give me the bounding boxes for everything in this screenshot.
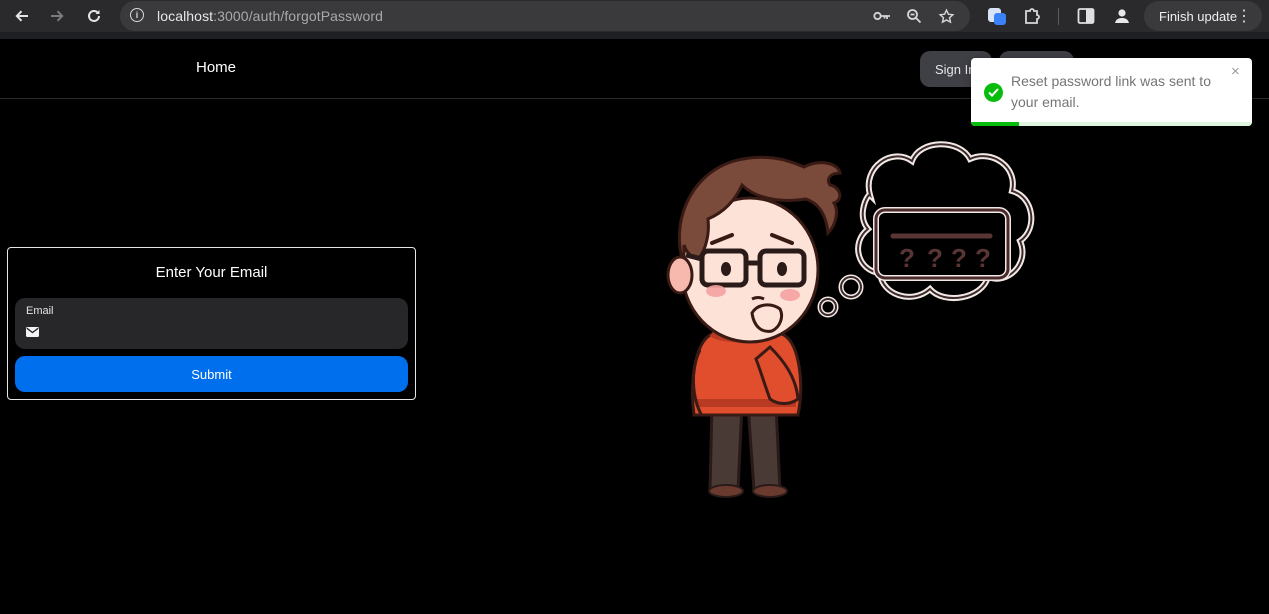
key-icon[interactable] <box>872 6 892 26</box>
svg-text:?: ? <box>975 243 991 273</box>
puzzle-icon[interactable] <box>1022 6 1042 26</box>
email-input[interactable] <box>47 322 401 344</box>
submit-button[interactable]: Submit <box>15 356 408 392</box>
svg-text:?: ? <box>927 243 943 273</box>
menu-icon[interactable]: ⋮ <box>1236 6 1252 26</box>
svg-text:?: ? <box>899 243 915 273</box>
email-label: Email <box>26 305 54 317</box>
address-bar[interactable]: i localhost:3000/auth/forgotPassword <box>120 1 970 31</box>
forgot-password-form: Enter Your Email Email Submit <box>7 247 416 400</box>
back-icon[interactable] <box>9 4 35 28</box>
zoom-icon[interactable] <box>904 6 924 26</box>
url-text[interactable]: localhost:3000/auth/forgotPassword <box>157 8 383 24</box>
sidepanel-icon[interactable] <box>1076 6 1096 26</box>
success-toast[interactable]: Reset password link was sent to your ema… <box>971 58 1252 126</box>
toast-progress-bar <box>971 122 1019 126</box>
envelope-icon <box>26 327 39 337</box>
reload-icon[interactable] <box>81 4 107 28</box>
svg-text:?: ? <box>951 243 967 273</box>
finish-update-label: Finish update <box>1159 8 1238 24</box>
email-field[interactable]: Email <box>15 298 408 349</box>
forward-icon[interactable] <box>44 4 70 28</box>
browser-toolbar: i localhost:3000/auth/forgotPassword Fin… <box>0 0 1269 39</box>
home-link[interactable]: Home <box>196 59 236 76</box>
profile-icon[interactable] <box>1112 6 1132 26</box>
info-icon[interactable]: i <box>130 8 144 22</box>
star-icon[interactable] <box>936 6 956 26</box>
form-title: Enter Your Email <box>155 264 268 281</box>
check-circle-icon <box>984 83 1003 102</box>
toolbar-divider <box>1058 8 1059 25</box>
finish-update-button[interactable]: Finish update ⋮ <box>1144 1 1262 31</box>
thinking-person-illustration: ? ? ? ? <box>666 141 1035 498</box>
extension-icon[interactable] <box>987 6 1007 26</box>
close-icon[interactable]: × <box>1231 63 1240 80</box>
toast-message: Reset password link was sent to your ema… <box>1011 73 1211 110</box>
